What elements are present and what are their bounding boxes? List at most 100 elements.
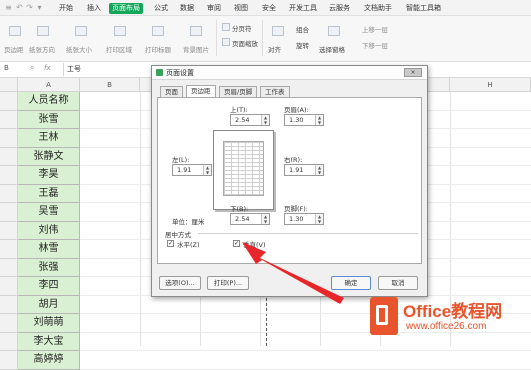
row-header[interactable]: [0, 184, 18, 203]
row-header[interactable]: [0, 258, 18, 277]
watermark-logo: Office教程网 www.office26.com: [370, 293, 530, 343]
row-header[interactable]: [0, 314, 18, 333]
tab-insert[interactable]: 插入: [84, 3, 104, 14]
print-titles-icon[interactable]: [152, 26, 164, 36]
orientation-icon[interactable]: [37, 26, 49, 36]
row-header[interactable]: [0, 295, 18, 314]
rotate-button[interactable]: 旋转: [296, 40, 309, 50]
tab-doc-assistant[interactable]: 文档助手: [361, 3, 395, 14]
row-header[interactable]: [0, 277, 18, 296]
row-header[interactable]: [0, 129, 18, 148]
name-cell[interactable]: 王磊: [18, 184, 80, 203]
row-header[interactable]: [0, 203, 18, 222]
name-cell[interactable]: 吴雪: [18, 203, 80, 222]
page-margins-button[interactable]: 页边距: [4, 44, 24, 54]
row-header[interactable]: [0, 92, 18, 111]
menu-icon[interactable]: ≡: [4, 3, 13, 12]
vertical-checkbox[interactable]: ✓: [233, 240, 240, 247]
background-icon[interactable]: [190, 26, 202, 36]
name-cell[interactable]: 张雪: [18, 110, 80, 129]
tab-data[interactable]: 数据: [177, 3, 197, 14]
grid-line: [140, 92, 141, 346]
selection-pane-button[interactable]: 选择窗格: [319, 44, 345, 54]
name-cell[interactable]: 高婷婷: [18, 351, 80, 370]
cancel-button[interactable]: 取消: [378, 276, 418, 290]
right-margin-label: 右(R):: [284, 156, 303, 164]
undo-icon[interactable]: ↶: [15, 3, 24, 12]
tab-developer[interactable]: 开发工具: [286, 3, 320, 14]
column-header-h[interactable]: H: [450, 78, 531, 92]
right-margin-spinner[interactable]: 1.91 ▲ ▼: [284, 164, 324, 176]
tab-view[interactable]: 视图: [231, 3, 251, 14]
tab-formulas[interactable]: 公式: [151, 3, 171, 14]
footer-margin-spinner[interactable]: 1.30 ▲ ▼: [284, 213, 324, 225]
row-header[interactable]: [0, 240, 18, 259]
print-titles-button[interactable]: 打印标题: [145, 44, 171, 54]
fx-icon[interactable]: fx: [44, 64, 51, 72]
tab-review[interactable]: 审阅: [204, 3, 224, 14]
paper-size-icon[interactable]: [75, 26, 87, 36]
name-cell[interactable]: 胡月: [18, 295, 80, 314]
print-area-icon[interactable]: [114, 26, 126, 36]
paper-direction-button[interactable]: 纸张方向: [29, 44, 55, 54]
row-header[interactable]: [0, 332, 18, 351]
header-cell[interactable]: 人员名称: [18, 92, 80, 111]
page-break-button[interactable]: 分页符: [232, 23, 252, 33]
group-button[interactable]: 组合: [296, 24, 309, 34]
bottom-margin-spinner[interactable]: 2.54 ▲ ▼: [230, 213, 270, 225]
tab-smart-tools[interactable]: 智能工具箱: [403, 3, 444, 14]
spinner-arrows-icon[interactable]: ▲ ▼: [261, 115, 269, 125]
bring-forward-button[interactable]: 上移一层: [362, 24, 388, 34]
spinner-arrows-icon[interactable]: ▲ ▼: [315, 165, 323, 175]
align-icon[interactable]: [272, 26, 284, 36]
column-header-a[interactable]: A: [18, 78, 80, 92]
name-cell[interactable]: 王林: [18, 129, 80, 148]
spinner-arrows-icon[interactable]: ▲ ▼: [203, 165, 211, 175]
paper-size-button[interactable]: 纸张大小: [66, 44, 92, 54]
name-cell[interactable]: 张强: [18, 258, 80, 277]
row-header[interactable]: [0, 221, 18, 240]
arrow-shape: [242, 242, 344, 304]
align-button[interactable]: 对齐: [268, 44, 281, 54]
selection-pane-icon[interactable]: [328, 26, 340, 36]
column-header-b[interactable]: B: [80, 78, 140, 92]
tab-page-layout[interactable]: 页面布局: [109, 3, 143, 14]
search-icon[interactable]: ⌕: [30, 63, 34, 73]
tab-cloud[interactable]: 云服务: [326, 3, 353, 14]
name-cell[interactable]: 李四: [18, 277, 80, 296]
check-icon: ✓: [168, 240, 174, 247]
redo-icon[interactable]: ↷: [25, 3, 34, 12]
left-margin-spinner[interactable]: 1.91 ▲ ▼: [172, 164, 212, 176]
margins-icon[interactable]: [9, 26, 21, 36]
select-all-corner[interactable]: [0, 78, 18, 92]
close-icon[interactable]: ×: [404, 68, 422, 77]
name-cell[interactable]: 李大宝: [18, 332, 80, 351]
name-box[interactable]: B: [4, 64, 9, 72]
name-cell[interactable]: 刘萌萌: [18, 314, 80, 333]
tab-security[interactable]: 安全: [259, 3, 279, 14]
grid-line: [80, 368, 531, 370]
top-margin-spinner[interactable]: 2.54 ▲ ▼: [230, 114, 270, 126]
name-cell[interactable]: 张静文: [18, 147, 80, 166]
watermark-url: www.office26.com: [406, 321, 487, 332]
page-break-icon: [222, 23, 230, 31]
header-margin-spinner[interactable]: 1.30 ▲ ▼: [284, 114, 324, 126]
row-header[interactable]: [0, 147, 18, 166]
name-cell[interactable]: 刘伟: [18, 221, 80, 240]
background-image-button[interactable]: 背景图片: [183, 44, 209, 54]
name-cell[interactable]: 李昊: [18, 166, 80, 185]
options-button[interactable]: 选项(O)...: [159, 276, 201, 290]
page-zoom-button[interactable]: 页面缩放: [232, 38, 258, 48]
spinner-arrows-icon[interactable]: ▲ ▼: [315, 115, 323, 125]
row-header[interactable]: [0, 351, 18, 370]
spinner-arrows-icon[interactable]: ▲ ▼: [315, 214, 323, 224]
name-cell[interactable]: 林雪: [18, 240, 80, 259]
row-header[interactable]: [0, 110, 18, 129]
print-area-button[interactable]: 打印区域: [106, 44, 132, 54]
more-icon[interactable]: ▾: [35, 3, 44, 12]
horizontal-checkbox[interactable]: ✓: [167, 240, 174, 247]
send-backward-button[interactable]: 下移一层: [362, 40, 388, 50]
spinner-arrows-icon[interactable]: ▲ ▼: [261, 214, 269, 224]
row-header[interactable]: [0, 166, 18, 185]
tab-home[interactable]: 开始: [56, 3, 76, 14]
